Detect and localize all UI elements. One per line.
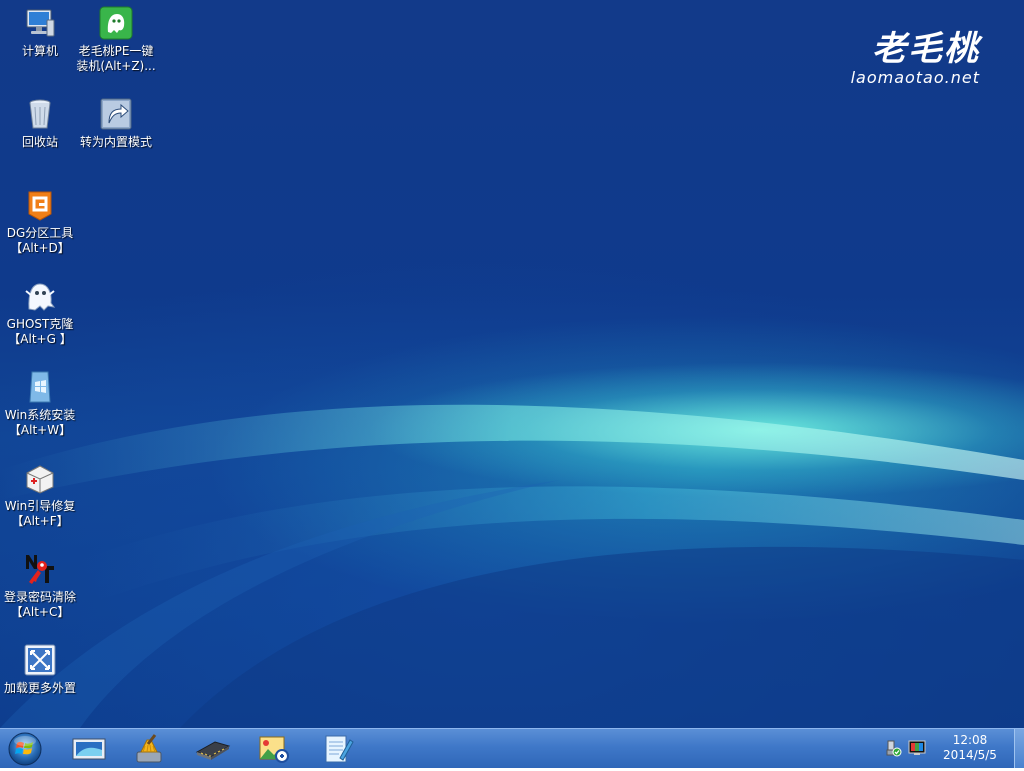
icon-label-line2: 【Alt+D】 xyxy=(10,241,70,255)
password-clear-icon xyxy=(26,555,54,584)
brand-name: 老毛桃 xyxy=(872,29,980,69)
clock-date: 2014/5/5 xyxy=(943,748,997,762)
desktop-icon-password-clear[interactable]: 登录密码清除 【Alt+C】 xyxy=(0,552,80,620)
desktop-icon-load-more[interactable]: 加载更多外置 xyxy=(0,643,80,696)
desktop-icon-computer[interactable]: 计算机 xyxy=(0,6,80,59)
load-more-icon xyxy=(24,644,56,676)
taskbar-memory-button[interactable] xyxy=(193,732,233,766)
ghost-icon xyxy=(25,283,56,311)
taskbar-image-tools-button[interactable] xyxy=(254,732,294,766)
laomaotao-installer-icon xyxy=(99,6,133,40)
clock-time: 12:08 xyxy=(952,733,988,747)
desktop-icon-boot-repair[interactable]: Win引导修复 【Alt+F】 xyxy=(0,461,80,529)
taskbar: 12:08 2014/5/5 xyxy=(0,728,1024,768)
icon-label: 转为内置模式 xyxy=(79,135,152,149)
taskbar-monitor-button[interactable] xyxy=(69,732,109,766)
desktop-icon-laomaotao-installer[interactable]: 老毛桃PE一键 装机(Alt+Z)... xyxy=(76,6,156,74)
icon-label: 老毛桃PE一键 xyxy=(78,44,154,58)
icon-label: 计算机 xyxy=(21,44,58,58)
monitor-icon xyxy=(72,738,106,760)
windows-install-icon xyxy=(29,371,51,403)
laomaotao-logo: 老毛桃 laomaotao.net xyxy=(851,30,980,87)
show-desktop-button[interactable] xyxy=(1014,729,1024,768)
taskbar-cleaner-button[interactable] xyxy=(129,732,169,766)
desktop-icon-windows-install[interactable]: Win系统安装 【Alt+W】 xyxy=(0,370,80,438)
display-color-icon[interactable] xyxy=(908,739,926,757)
desktop-icon-internal-mode[interactable]: 转为内置模式 xyxy=(76,97,156,150)
desktop-icon-diskgenius[interactable]: DG分区工具 【Alt+D】 xyxy=(0,188,80,256)
icon-label: Win引导修复 xyxy=(4,499,76,513)
image-tools-icon xyxy=(259,736,289,763)
desktop-icon-recycle-bin[interactable]: 回收站 xyxy=(0,97,80,150)
icon-label-line2: 装机(Alt+Z)... xyxy=(76,59,156,73)
diskgenius-icon xyxy=(28,191,52,221)
start-button[interactable] xyxy=(6,731,44,767)
desktop[interactable]: 老毛桃 laomaotao.net 计算机 老毛桃PE一键 装机(Alt+Z).… xyxy=(0,0,1024,728)
shortcut-icon xyxy=(100,98,132,130)
icon-label: 回收站 xyxy=(21,135,58,149)
icon-label-line2: 【Alt+W】 xyxy=(8,423,72,437)
icon-label: Win系统安装 xyxy=(4,408,76,422)
usb-safe-remove-icon[interactable] xyxy=(884,739,902,757)
taskbar-notepad-button[interactable] xyxy=(316,732,356,766)
icon-label: 加载更多外置 xyxy=(3,681,76,695)
icon-label-line2: 【Alt+G 】 xyxy=(8,332,72,346)
broom-cleaner-icon xyxy=(136,734,162,763)
icon-label: GHOST克隆 xyxy=(6,317,74,331)
notepad-icon xyxy=(325,735,354,763)
taskbar-clock[interactable]: 12:08 2014/5/5 xyxy=(930,733,1010,763)
icon-label-line2: 【Alt+C】 xyxy=(10,605,70,619)
recycle-bin-icon xyxy=(29,99,51,129)
icon-label-line2: 【Alt+F】 xyxy=(11,514,69,528)
memory-chip-icon xyxy=(195,741,231,760)
icon-label: 登录密码清除 xyxy=(3,590,76,604)
icon-label: DG分区工具 xyxy=(6,226,74,240)
brand-url: laomaotao.net xyxy=(850,68,980,87)
boot-repair-icon xyxy=(26,465,54,494)
desktop-icon-ghost[interactable]: GHOST克隆 【Alt+G 】 xyxy=(0,279,80,347)
windows-orb-icon xyxy=(8,732,42,766)
computer-icon xyxy=(26,9,55,37)
